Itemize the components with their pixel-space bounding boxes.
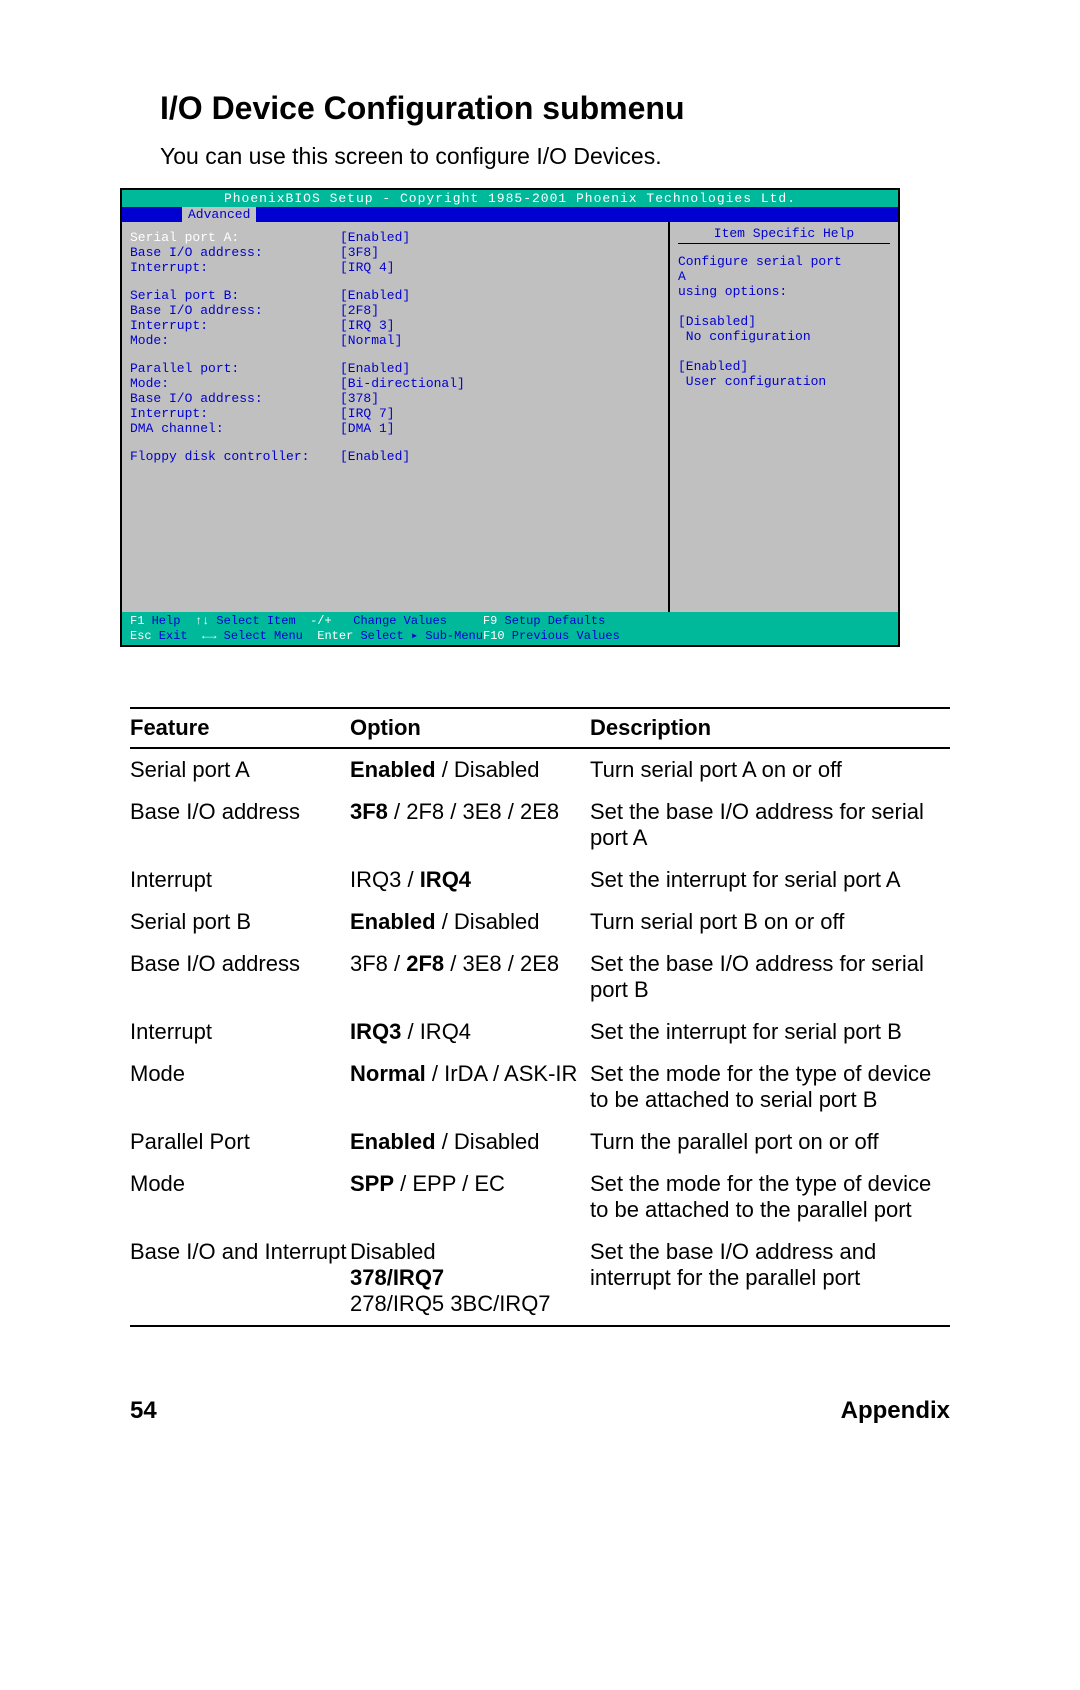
cell-option: Enabled / Disabled (350, 757, 590, 783)
cell-option: Disabled378/IRQ7278/IRQ5 3BC/IRQ7 (350, 1239, 590, 1317)
th-description: Description (590, 715, 950, 741)
cell-feature: Base I/O address (130, 951, 350, 1003)
bios-row: Base I/O address:[2F8] (130, 303, 660, 318)
table-header: Feature Option Description (130, 715, 950, 749)
cell-description: Set the mode for the type of device to b… (590, 1061, 950, 1113)
bios-row: Mode:[Bi-directional] (130, 376, 660, 391)
table-row: Serial port BEnabled / DisabledTurn seri… (130, 901, 950, 943)
bios-row: Interrupt:[IRQ 3] (130, 318, 660, 333)
cell-feature: Mode (130, 1061, 350, 1113)
cell-feature: Interrupt (130, 1019, 350, 1045)
cell-description: Turn serial port A on or off (590, 757, 950, 783)
cell-description: Set the mode for the type of device to b… (590, 1171, 950, 1223)
cell-description: Turn the parallel port on or off (590, 1129, 950, 1155)
intro-text: You can use this screen to configure I/O… (110, 143, 970, 170)
table-row: Base I/O address3F8 / 2F8 / 3E8 / 2E8Set… (130, 791, 950, 859)
bios-footer: F1 Help ↑↓ Select Item -/+ Change Values… (122, 612, 898, 645)
cell-feature: Parallel Port (130, 1129, 350, 1155)
cell-option: Enabled / Disabled (350, 1129, 590, 1155)
cell-option: Enabled / Disabled (350, 909, 590, 935)
bios-titlebar: PhoenixBIOS Setup - Copyright 1985-2001 … (122, 190, 898, 207)
table-row: Parallel PortEnabled / DisabledTurn the … (130, 1121, 950, 1163)
feature-table: Feature Option Description Serial port A… (130, 715, 950, 1325)
bios-row: Base I/O address:[378] (130, 391, 660, 406)
bios-help-title: Item Specific Help (678, 226, 890, 244)
bios-row: Mode:[Normal] (130, 333, 660, 348)
table-row: Base I/O address3F8 / 2F8 / 3E8 / 2E8Set… (130, 943, 950, 1011)
cell-option: Normal / IrDA / ASK-IR (350, 1061, 590, 1113)
cell-option: 3F8 / 2F8 / 3E8 / 2E8 (350, 799, 590, 851)
cell-feature: Serial port B (130, 909, 350, 935)
bios-row: Floppy disk controller:[Enabled] (130, 449, 660, 464)
cell-option: SPP / EPP / EC (350, 1171, 590, 1223)
cell-feature: Interrupt (130, 867, 350, 893)
bios-row: Serial port B:[Enabled] (130, 288, 660, 303)
table-row: Base I/O and InterruptDisabled378/IRQ727… (130, 1231, 950, 1325)
bios-menubar: Advanced (122, 207, 898, 222)
th-feature: Feature (130, 715, 350, 741)
page-number: 54 (130, 1397, 157, 1425)
table-row: ModeNormal / IrDA / ASK-IRSet the mode f… (130, 1053, 950, 1121)
bios-row: Interrupt:[IRQ 7] (130, 406, 660, 421)
page-heading: I/O Device Configuration submenu (110, 90, 970, 127)
cell-description: Set the base I/O address for serial port… (590, 951, 950, 1003)
cell-description: Set the interrupt for serial port B (590, 1019, 950, 1045)
cell-feature: Base I/O address (130, 799, 350, 851)
cell-description: Set the interrupt for serial port A (590, 867, 950, 893)
cell-description: Turn serial port B on or off (590, 909, 950, 935)
table-row: Serial port AEnabled / DisabledTurn seri… (130, 749, 950, 791)
cell-description: Set the base I/O address for serial port… (590, 799, 950, 851)
table-row: InterruptIRQ3 / IRQ4Set the interrupt fo… (130, 859, 950, 901)
bios-help-body: Configure serial port A using options: [… (678, 254, 890, 389)
cell-feature: Base I/O and Interrupt (130, 1239, 350, 1317)
bios-row: Base I/O address:[3F8] (130, 245, 660, 260)
bios-tab-advanced: Advanced (182, 207, 256, 222)
bios-row: Interrupt:[IRQ 4] (130, 260, 660, 275)
section-label: Appendix (841, 1397, 950, 1425)
th-option: Option (350, 715, 590, 741)
cell-option: IRQ3 / IRQ4 (350, 867, 590, 893)
bios-row: Serial port A:[Enabled] (130, 230, 660, 245)
bios-row: Parallel port:[Enabled] (130, 361, 660, 376)
table-row: ModeSPP / EPP / ECSet the mode for the t… (130, 1163, 950, 1231)
bios-row: DMA channel:[DMA 1] (130, 421, 660, 436)
cell-option: 3F8 / 2F8 / 3E8 / 2E8 (350, 951, 590, 1003)
cell-feature: Mode (130, 1171, 350, 1223)
bios-screenshot: PhoenixBIOS Setup - Copyright 1985-2001 … (120, 188, 900, 647)
cell-option: IRQ3 / IRQ4 (350, 1019, 590, 1045)
cell-description: Set the base I/O address and interrupt f… (590, 1239, 950, 1317)
table-row: InterruptIRQ3 / IRQ4Set the interrupt fo… (130, 1011, 950, 1053)
bios-settings-pane: Serial port A:[Enabled]Base I/O address:… (122, 222, 668, 612)
cell-feature: Serial port A (130, 757, 350, 783)
bios-help-pane: Item Specific Help Configure serial port… (668, 222, 898, 612)
